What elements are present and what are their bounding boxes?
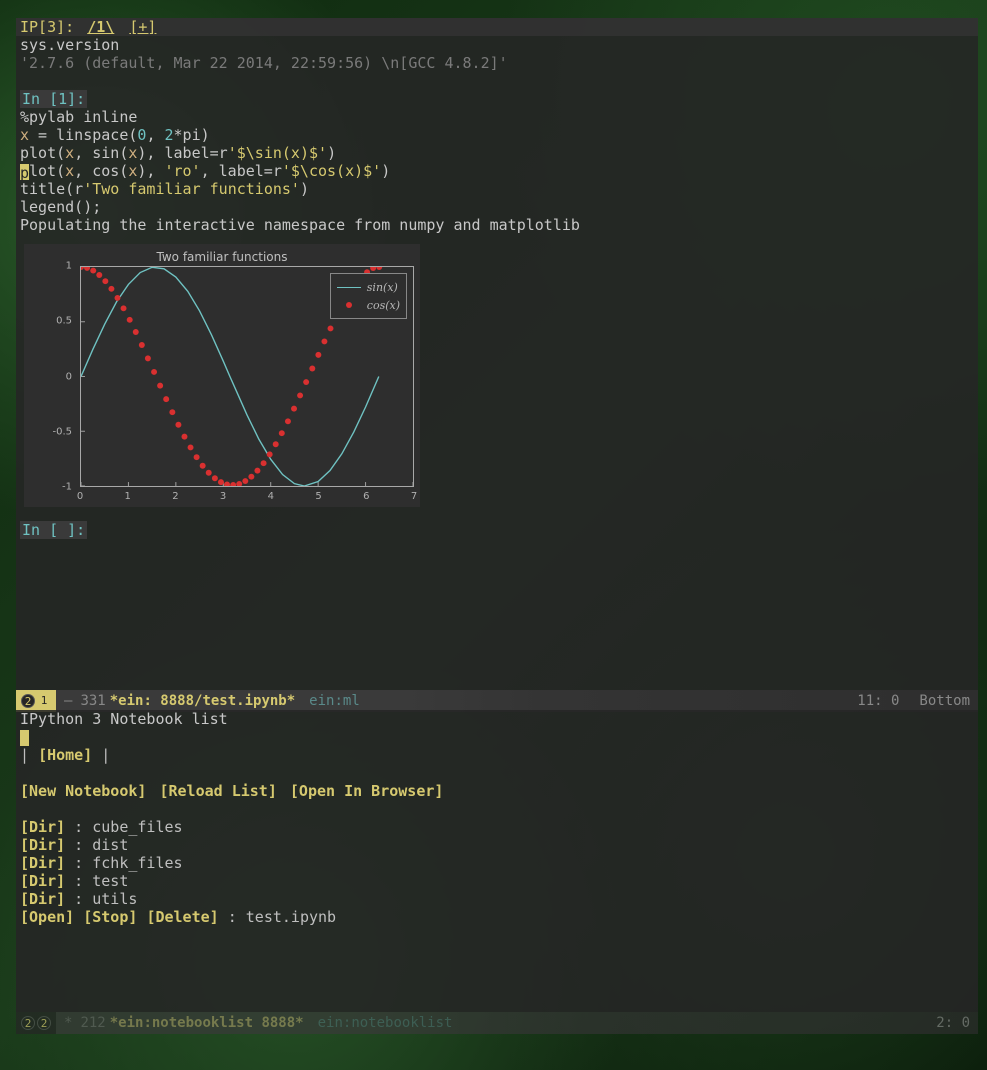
line-swatch-icon [337,287,361,288]
dot-swatch-icon [337,302,361,308]
nblist-actions: [New Notebook] [Reload List] [Open In Br… [16,782,978,800]
tab-1[interactable]: /1\ [87,18,114,36]
nblist-cursor [20,730,29,747]
modeline-nblist: 22 * 212 *ein:notebooklist 8888* ein:not… [16,1012,978,1034]
dir-name[interactable]: test [92,872,128,890]
ws-1-icon: 1 [37,694,51,708]
dir-name[interactable]: cube_files [92,818,182,836]
dir-name[interactable]: fchk_files [92,854,182,872]
new-notebook-button[interactable]: [New Notebook] [20,782,146,800]
ws-2b-icon: 2 [37,1016,51,1030]
y-axis-labels: 1 0.5 0 -0.5 -1 [24,266,76,487]
cell-1[interactable]: In [1]: %pylab inline x = linspace(0, 2*… [16,90,978,234]
legend-entry-cos: cos(x) [337,296,400,314]
major-mode-2: ein:notebooklist [308,1012,463,1034]
nblist-title: IPython 3 Notebook list [16,710,978,728]
notebook-list-pane: IPython 3 Notebook list | [Home] | [New … [16,710,978,1012]
ml-linenum: 331 [80,690,105,712]
notebook-pane: IP[3]: /1\ [+] sys.version '2.7.6 (defau… [16,18,978,690]
buffer-name[interactable]: *ein: 8888/test.ipynb* [106,690,299,712]
ws-2-icon: 2 [21,694,35,708]
cell-prompt-1: In [1]: [20,90,87,108]
list-item: [Dir] : fchk_files [16,854,978,872]
ip-label: IP[3]: [20,18,74,36]
major-mode: ein:ml [299,690,370,712]
x-axis-labels: 0 1 2 3 4 5 6 7 [80,491,414,505]
output-cell-version: sys.version '2.7.6 (default, Mar 22 2014… [16,36,978,72]
ml-dash: — [56,690,80,712]
ml-star: * [56,1012,80,1034]
stop-button[interactable]: [Stop] [83,908,137,926]
modeline-notebook: 21 — 331 *ein: 8888/test.ipynb* ein:ml 1… [16,690,978,712]
list-item: [Dir] : test [16,872,978,890]
tab-add[interactable]: [+] [129,18,156,36]
breadcrumb: | [Home] | [16,746,978,764]
open-button[interactable]: [Open] [20,908,74,926]
list-item: [Dir] : cube_files [16,818,978,836]
buffer-name-2[interactable]: *ein:notebooklist 8888* [106,1012,308,1034]
reload-list-button[interactable]: [Reload List] [159,782,276,800]
scroll-position: Bottom [919,690,970,712]
delete-button[interactable]: [Delete] [146,908,218,926]
dir-link[interactable]: [Dir] [20,818,65,836]
cell-prompt-empty: In [ ]: [20,521,87,539]
open-in-browser-button[interactable]: [Open In Browser] [290,782,444,800]
cursor-position: 11: 0 [857,690,899,712]
list-item: [Dir] : utils [16,890,978,908]
dir-link[interactable]: [Dir] [20,872,65,890]
list-item: [Open] [Stop] [Delete] : test.ipynb [16,908,978,926]
legend-entry-sin: sin(x) [337,278,400,296]
ml-linenum-2: 212 [80,1012,105,1034]
chart-output: Two familiar functions 1 0.5 0 -0.5 -1 0… [24,244,420,507]
text-cursor: p [20,164,29,181]
header-line: IP[3]: /1\ [+] [16,18,978,36]
ws-2-icon: 2 [21,1016,35,1030]
chart-legend: sin(x) cos(x) [330,273,407,319]
cell-empty[interactable]: In [ ]: [16,521,978,539]
dir-link[interactable]: [Dir] [20,890,65,908]
home-link[interactable]: [Home] [38,746,92,764]
cursor-position-2: 2: 0 [936,1012,970,1034]
dir-name[interactable]: dist [92,836,128,854]
chart-title: Two familiar functions [24,250,420,264]
plot-area: sin(x) cos(x) [80,266,414,487]
list-item: [Dir] : dist [16,836,978,854]
dir-link[interactable]: [Dir] [20,854,65,872]
dir-link[interactable]: [Dir] [20,836,65,854]
workspace-badges-inactive: 22 [16,1012,56,1034]
dir-name[interactable]: utils [92,890,137,908]
workspace-badges: 21 [16,690,56,712]
file-name[interactable]: test.ipynb [246,908,336,926]
